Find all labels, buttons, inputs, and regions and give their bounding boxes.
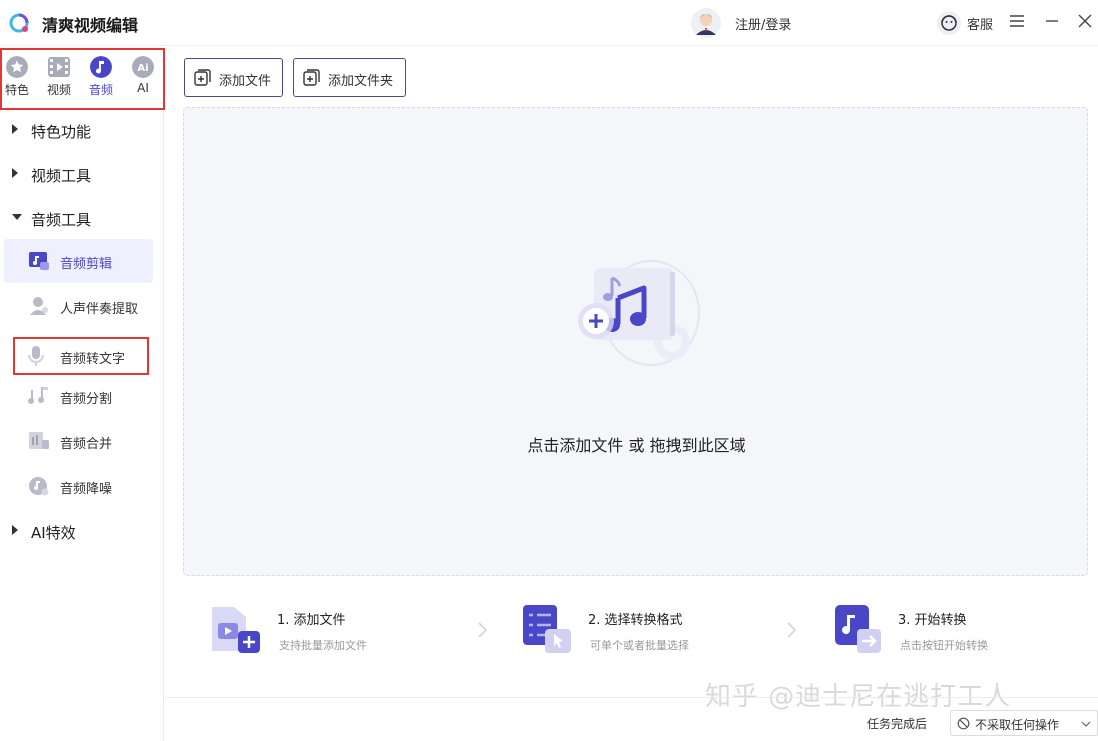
- add-file-step-icon: [212, 607, 260, 653]
- category-tab-video[interactable]: 视频: [39, 56, 79, 106]
- step-add-file: 1. 添加文件 支持批量添加文件: [210, 603, 410, 659]
- music-note-icon: [90, 56, 112, 78]
- customer-service-label[interactable]: 客服: [967, 14, 993, 33]
- group-audio-tools[interactable]: 音频工具: [0, 203, 164, 233]
- sidebar: 特色 视频 音频 Ai AI 特色功能 视频工具 音频工具 音频剪辑 人声伴奏提…: [0, 47, 165, 741]
- user-avatar-icon[interactable]: [690, 7, 722, 39]
- group-label: 特色功能: [31, 123, 92, 141]
- step-select-format: 2. 选择转换格式 可单个或者批量选择: [521, 603, 731, 659]
- noise-reduce-icon: [29, 477, 49, 496]
- add-file-icon: [194, 69, 211, 86]
- customer-service-icon[interactable]: [936, 10, 962, 36]
- sidebar-item-audio-split[interactable]: 音频分割: [4, 374, 153, 418]
- group-feature[interactable]: 特色功能: [0, 115, 164, 145]
- sidebar-item-vocal-extract[interactable]: 人声伴奏提取: [4, 284, 153, 328]
- minimize-button[interactable]: [1043, 12, 1063, 32]
- group-ai-effects[interactable]: AI特效: [0, 516, 164, 546]
- sidebar-item-label: 音频合并: [60, 437, 113, 452]
- close-button[interactable]: [1076, 12, 1096, 32]
- group-label: 视频工具: [31, 167, 92, 185]
- app-title: 清爽视频编辑: [42, 16, 139, 35]
- sidebar-item-audio-clip[interactable]: 音频剪辑: [4, 239, 153, 283]
- chevron-down-icon: [12, 214, 22, 220]
- step-title: 2. 选择转换格式: [588, 613, 683, 628]
- group-label: AI特效: [31, 524, 76, 542]
- microphone-icon: [28, 346, 44, 366]
- ban-icon: [957, 717, 970, 730]
- chevron-right-icon: [12, 124, 18, 134]
- add-folder-icon: [303, 69, 320, 86]
- step-title: 3. 开始转换: [898, 613, 967, 628]
- audio-merge-icon: [29, 432, 49, 449]
- category-tab-label: 特色: [4, 83, 29, 97]
- svg-text:Ai: Ai: [137, 63, 148, 74]
- drop-zone-text: 点击添加文件 或 拖拽到此区域: [527, 436, 746, 455]
- category-tab-audio[interactable]: 音频: [81, 56, 121, 106]
- sidebar-item-label: 音频剪辑: [60, 257, 113, 272]
- select-format-step-icon: [523, 605, 571, 653]
- app-window: 清爽视频编辑 注册/登录 客服 特色 视频 音频 Ai AI 特色功能 视频工具…: [0, 0, 1098, 741]
- vocal-extract-icon: [30, 297, 48, 315]
- group-label: 音频工具: [31, 211, 92, 229]
- sidebar-item-audio-to-text[interactable]: 音频转文字: [13, 337, 149, 375]
- menu-button[interactable]: [1008, 12, 1028, 32]
- chevron-right-icon: [12, 168, 18, 178]
- login-link[interactable]: 注册/登录: [735, 14, 791, 33]
- sidebar-item-noise-reduce[interactable]: 音频降噪: [4, 464, 153, 508]
- drop-zone[interactable]: 点击添加文件 或 拖拽到此区域: [183, 107, 1088, 576]
- film-icon: [48, 57, 70, 77]
- sidebar-item-audio-merge[interactable]: 音频合并: [4, 419, 153, 463]
- sidebar-item-label: 音频分割: [60, 392, 113, 407]
- chevron-right-icon: [12, 525, 18, 535]
- ai-icon: Ai: [132, 56, 154, 78]
- category-tab-label: 音频: [88, 83, 113, 97]
- close-icon: [1078, 14, 1092, 28]
- category-tabs: 特色 视频 音频 Ai AI: [0, 48, 165, 110]
- footer-bar: 任务完成后 不采取任何操作: [165, 697, 1098, 741]
- category-tab-label: 视频: [46, 83, 71, 97]
- after-task-value: 不采取任何操作: [975, 718, 1060, 732]
- app-logo-icon: [9, 13, 29, 33]
- add-file-button[interactable]: 添加文件: [184, 58, 283, 97]
- chevron-right-icon: [478, 622, 488, 638]
- sidebar-item-label: 音频降噪: [60, 482, 113, 497]
- start-convert-step-icon: [835, 605, 881, 653]
- star-icon: [6, 56, 28, 78]
- sidebar-item-label: 人声伴奏提取: [60, 302, 139, 317]
- chevron-right-icon: [787, 622, 797, 638]
- title-bar: 清爽视频编辑 注册/登录 客服: [0, 0, 1098, 46]
- step-start-convert: 3. 开始转换 点击按钮开始转换: [831, 603, 1031, 659]
- add-folder-button[interactable]: 添加文件夹: [293, 58, 406, 97]
- hamburger-menu-icon: [1010, 15, 1024, 27]
- step-title: 1. 添加文件: [277, 613, 346, 628]
- step-subtitle: 支持批量添加文件: [279, 639, 367, 652]
- category-tab-feature[interactable]: 特色: [0, 56, 37, 106]
- group-video-tools[interactable]: 视频工具: [0, 159, 164, 189]
- sidebar-item-label: 音频转文字: [60, 352, 126, 367]
- audio-clip-icon: [29, 252, 49, 270]
- step-subtitle: 点击按钮开始转换: [900, 639, 988, 652]
- audio-split-icon: [28, 387, 48, 404]
- step-subtitle: 可单个或者批量选择: [590, 639, 689, 652]
- add-audio-illustration-icon: [578, 260, 700, 366]
- add-folder-label: 添加文件夹: [328, 74, 394, 89]
- category-tab-ai[interactable]: Ai AI: [123, 56, 163, 106]
- chevron-down-icon: [1081, 721, 1091, 727]
- add-file-label: 添加文件: [219, 74, 272, 89]
- after-task-label: 任务完成后: [867, 717, 928, 731]
- category-tab-label: AI: [137, 81, 149, 95]
- minimize-icon: [1046, 20, 1058, 22]
- after-task-select[interactable]: 不采取任何操作: [950, 710, 1098, 736]
